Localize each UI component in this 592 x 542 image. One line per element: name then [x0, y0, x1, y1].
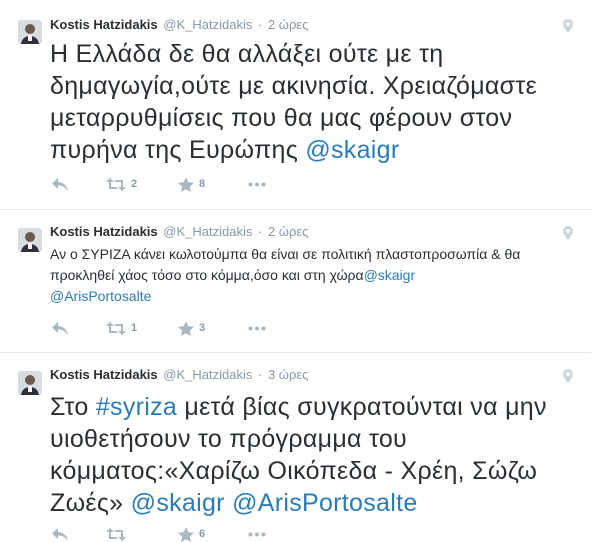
more-icon — [248, 182, 266, 186]
reply-icon — [52, 321, 68, 335]
reply-icon — [52, 527, 68, 541]
favorite-button[interactable]: 3 — [178, 320, 248, 336]
mention-link[interactable]: @skaigr — [131, 489, 225, 517]
separator: · — [257, 17, 263, 32]
tweet-text: Η Ελλάδα δε θα αλλάξει ούτε με τη δημαγω… — [50, 38, 577, 166]
more-icon — [248, 532, 266, 536]
tweet-text: Στο #syriza μετά βίας συγκρατούνται να μ… — [50, 391, 577, 519]
hashtag-link[interactable]: #syriza — [96, 393, 177, 421]
favorite-button[interactable]: 6 — [178, 526, 248, 542]
favorite-count: 6 — [199, 528, 206, 540]
mention-link[interactable]: @skaigr — [364, 267, 416, 283]
retweet-count: 2 — [131, 178, 138, 190]
avatar[interactable] — [18, 228, 42, 252]
tweet-actions: 6 — [52, 526, 266, 542]
more-button[interactable] — [248, 182, 266, 187]
retweet-icon — [106, 177, 126, 191]
location-pin-icon[interactable] — [563, 19, 573, 33]
author-name[interactable]: Kostis Hatzidakis — [50, 17, 158, 32]
retweet-button[interactable]: 2 — [106, 177, 178, 191]
avatar[interactable] — [18, 20, 42, 44]
tweet-text-segment: Αν ο ΣΥΡΙΖΑ κάνει κωλοτούμπα θα είναι σε… — [50, 246, 521, 283]
star-icon — [178, 176, 194, 192]
favorite-count: 3 — [199, 322, 206, 334]
separator: · — [257, 224, 263, 239]
tweet-actions: 1 3 — [52, 320, 266, 336]
timestamp[interactable]: 3 ώρες — [268, 367, 308, 382]
retweet-button[interactable] — [106, 527, 178, 541]
timestamp[interactable]: 2 ώρες — [268, 17, 308, 32]
avatar[interactable] — [18, 371, 42, 395]
star-icon — [178, 526, 194, 542]
tweet-header: Kostis Hatzidakis @K_Hatzidakis · 3 ώρες — [50, 366, 308, 384]
reply-button[interactable] — [52, 177, 106, 191]
separator: · — [257, 367, 263, 382]
retweet-icon — [106, 321, 126, 335]
retweet-button[interactable]: 1 — [106, 321, 178, 335]
more-button[interactable] — [248, 532, 266, 537]
retweet-icon — [106, 527, 126, 541]
favorite-count: 8 — [199, 178, 206, 190]
tweet-text: Αν ο ΣΥΡΙΖΑ κάνει κωλοτούμπα θα είναι σε… — [50, 244, 577, 307]
mention-link[interactable]: @ArisPortosalte — [232, 489, 418, 517]
tweet-text-segment: Η Ελλάδα δε θα αλλάξει ούτε με τη δημαγω… — [50, 40, 538, 164]
author-handle[interactable]: @K_Hatzidakis — [163, 17, 252, 32]
tweet-header: Kostis Hatzidakis @K_Hatzidakis · 2 ώρες — [50, 223, 308, 241]
favorite-button[interactable]: 8 — [178, 176, 248, 192]
reply-icon — [52, 177, 68, 191]
mention-link[interactable]: @skaigr — [305, 136, 399, 164]
location-pin-icon[interactable] — [563, 226, 573, 240]
mention-link[interactable]: @ArisPortosalte — [50, 288, 151, 304]
author-handle[interactable]: @K_Hatzidakis — [163, 224, 252, 239]
retweet-count: 1 — [131, 322, 138, 334]
reply-button[interactable] — [52, 527, 106, 541]
tweet-text-segment: Στο — [50, 393, 96, 421]
tweet[interactable]: Kostis Hatzidakis @K_Hatzidakis · 3 ώρες… — [0, 353, 591, 542]
star-icon — [178, 320, 194, 336]
tweet[interactable]: Kostis Hatzidakis @K_Hatzidakis · 2 ώρες… — [0, 0, 591, 210]
author-name[interactable]: Kostis Hatzidakis — [50, 367, 158, 382]
more-button[interactable] — [248, 326, 266, 331]
reply-button[interactable] — [52, 321, 106, 335]
author-handle[interactable]: @K_Hatzidakis — [163, 367, 252, 382]
tweet-header: Kostis Hatzidakis @K_Hatzidakis · 2 ώρες — [50, 16, 308, 34]
tweet-actions: 2 8 — [52, 176, 266, 192]
more-icon — [248, 326, 266, 330]
tweet-text-segment — [225, 489, 232, 517]
author-name[interactable]: Kostis Hatzidakis — [50, 224, 158, 239]
location-pin-icon[interactable] — [563, 369, 573, 383]
timestamp[interactable]: 2 ώρες — [268, 224, 308, 239]
tweet[interactable]: Kostis Hatzidakis @K_Hatzidakis · 2 ώρες… — [0, 210, 591, 353]
